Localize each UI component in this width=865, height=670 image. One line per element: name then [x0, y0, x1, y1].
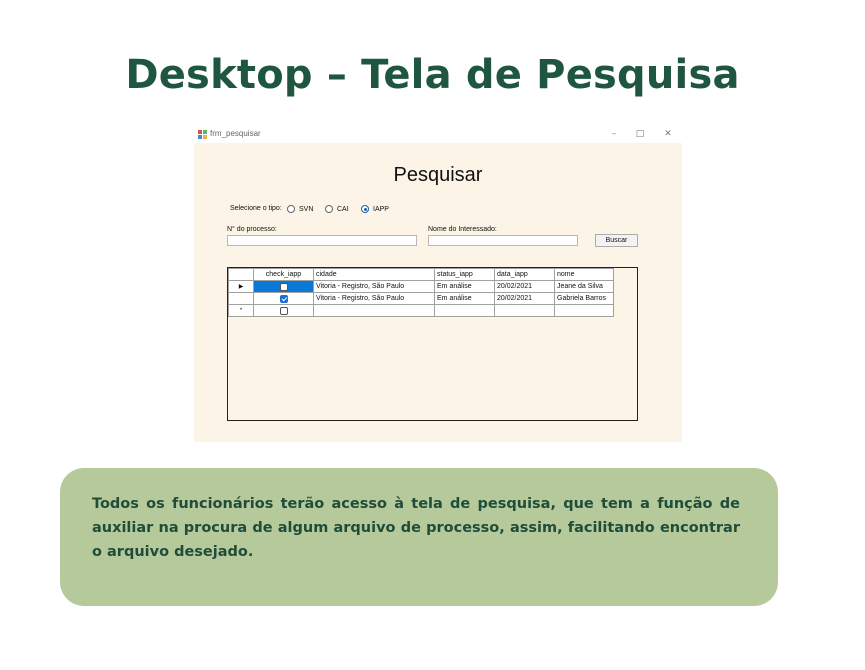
new-row[interactable]: *: [228, 304, 614, 317]
radio-circle-svn[interactable]: [287, 205, 295, 213]
column-header-nome[interactable]: nome: [554, 268, 614, 281]
row-checkbox[interactable]: [279, 294, 288, 303]
check-cell[interactable]: [253, 280, 314, 293]
data-cell[interactable]: 20/02/2021: [494, 280, 555, 293]
interested-name-label: Nome do Interessado:: [428, 226, 497, 233]
status-cell[interactable]: Em análise: [434, 280, 495, 293]
process-number-label: N° do processo:: [227, 226, 277, 233]
results-table: check_iapp cidade status_iapp data_iapp …: [228, 268, 614, 317]
radio-label-svn: SVN: [299, 205, 314, 213]
status-cell[interactable]: [434, 304, 495, 317]
search-button[interactable]: Buscar: [595, 234, 638, 247]
radio-label-iapp: IAPP: [373, 205, 389, 213]
check-cell[interactable]: [253, 292, 314, 305]
window-titlebar[interactable]: frm_pesquisar – □ ✕: [194, 126, 682, 143]
type-label: Selecione o tipo:: [230, 205, 282, 212]
app-window: frm_pesquisar – □ ✕ Pesquisar Selecione …: [194, 126, 682, 442]
data-cell[interactable]: [494, 304, 555, 317]
app-grid-icon: [198, 130, 207, 139]
description-box: Todos os funcionários terão acesso à tel…: [60, 468, 778, 606]
cidade-cell[interactable]: [313, 304, 435, 317]
nome-cell[interactable]: Jeane da Silva: [554, 280, 614, 293]
cidade-cell[interactable]: Vitoria - Registro, São Paulo: [313, 292, 435, 305]
row-indicator-icon: [228, 292, 254, 305]
interested-name-input[interactable]: [428, 235, 578, 246]
column-header-status[interactable]: status_iapp: [434, 268, 495, 281]
data-cell[interactable]: 20/02/2021: [494, 292, 555, 305]
radio-label-cai: CAI: [337, 205, 349, 213]
row-indicator-icon: ▶: [228, 280, 254, 293]
table-row[interactable]: ▶ Vitoria - Registro, São Paulo Em análi…: [228, 280, 614, 293]
close-button[interactable]: ✕: [660, 127, 676, 141]
row-checkbox[interactable]: [279, 306, 288, 315]
column-header-check[interactable]: check_iapp: [253, 268, 314, 281]
nome-cell[interactable]: [554, 304, 614, 317]
radio-iapp[interactable]: IAPP: [361, 204, 389, 214]
radio-circle-iapp[interactable]: [361, 205, 369, 213]
column-header-cidade[interactable]: cidade: [313, 268, 435, 281]
row-checkbox[interactable]: [279, 282, 288, 291]
column-header-data[interactable]: data_iapp: [494, 268, 555, 281]
page-title: Desktop – Tela de Pesquisa: [125, 52, 740, 98]
results-grid[interactable]: check_iapp cidade status_iapp data_iapp …: [227, 267, 638, 421]
table-header-row: check_iapp cidade status_iapp data_iapp …: [228, 268, 614, 281]
check-cell[interactable]: [253, 304, 314, 317]
radio-circle-cai[interactable]: [325, 205, 333, 213]
window-title: frm_pesquisar: [210, 129, 261, 138]
minimize-button[interactable]: –: [606, 127, 622, 141]
nome-cell[interactable]: Gabriela Barros: [554, 292, 614, 305]
maximize-button[interactable]: □: [632, 127, 648, 141]
table-row[interactable]: Vitoria - Registro, São Paulo Em análise…: [228, 292, 614, 305]
row-header-corner: [228, 268, 254, 281]
description-text: Todos os funcionários terão acesso à tel…: [92, 496, 740, 560]
form-heading: Pesquisar: [393, 164, 483, 186]
process-number-input[interactable]: [227, 235, 417, 246]
cidade-cell[interactable]: Vitoria - Registro, São Paulo: [313, 280, 435, 293]
radio-cai[interactable]: CAI: [325, 204, 349, 214]
status-cell[interactable]: Em análise: [434, 292, 495, 305]
radio-svn[interactable]: SVN: [287, 204, 313, 214]
new-row-icon: *: [228, 304, 254, 317]
